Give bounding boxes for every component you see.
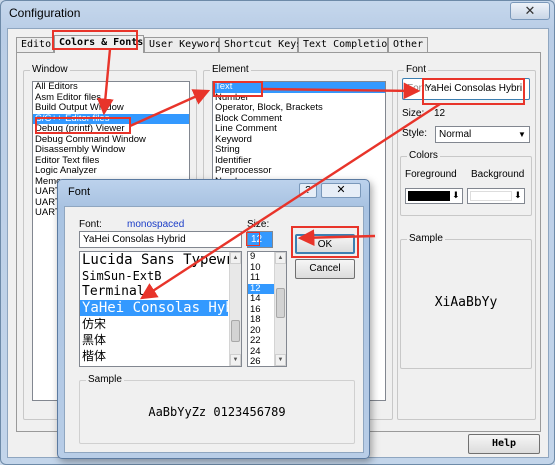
- font-list-item[interactable]: YaHei Consolas Hybrid: [80, 300, 241, 316]
- window-list-item[interactable]: Debug (printf) Viewer: [33, 124, 189, 135]
- close-icon[interactable]: ✕: [321, 183, 361, 198]
- font-group-label: Font: [404, 64, 429, 75]
- size-label: Size:: [247, 219, 270, 230]
- element-list-item[interactable]: Text: [213, 82, 385, 93]
- style-value: Normal: [439, 129, 472, 140]
- size-list-item[interactable]: 18: [248, 315, 274, 326]
- help-button[interactable]: Help: [468, 434, 540, 454]
- font-dialog-client: Font: monospaced YaHei Consolas Hybrid S…: [64, 206, 364, 453]
- size-list[interactable]: 9 10 11 12 14 16 18 20 22 24 26 ▲ ▼: [247, 251, 287, 367]
- font-list-item[interactable]: 仿宋: [80, 316, 228, 332]
- scroll-up-icon[interactable]: ▲: [230, 252, 241, 264]
- font-dialog: Font ? ✕ Font: monospaced YaHei Consolas…: [57, 179, 370, 459]
- chevron-down-icon: ▼: [518, 130, 526, 139]
- size-list-scrollbar[interactable]: ▲ ▼: [274, 252, 286, 366]
- tab-editor[interactable]: Editor: [16, 37, 57, 52]
- tab-user-keywords[interactable]: User Keywords: [144, 37, 227, 52]
- background-color-picker[interactable]: ⬇: [467, 188, 525, 204]
- cancel-button[interactable]: Cancel: [295, 259, 355, 279]
- help-icon[interactable]: ?: [299, 183, 317, 198]
- style-label: Style:: [402, 128, 428, 139]
- sample-group: Sample XiAaBbYy: [400, 233, 532, 369]
- tab-colors-fonts[interactable]: Colors & Fonts: [54, 35, 144, 53]
- window-list-item[interactable]: Build Output Window: [33, 103, 189, 114]
- font-dialog-title: Font: [68, 186, 91, 198]
- scroll-down-icon[interactable]: ▼: [275, 354, 286, 366]
- size-value: 12: [434, 108, 446, 119]
- sample-group-label: Sample: [407, 233, 445, 244]
- window-title: Configuration: [9, 6, 81, 20]
- font-sample-text: AaBbYyZz 0123456789: [148, 405, 286, 419]
- tab-other[interactable]: Other: [388, 37, 428, 52]
- element-group-label: Element: [210, 64, 251, 75]
- scroll-up-icon[interactable]: ▲: [275, 252, 286, 264]
- font-list-item[interactable]: 黑体: [80, 332, 228, 348]
- size-label: Size:: [402, 108, 425, 119]
- font-prefix: Font:: [407, 83, 430, 94]
- size-list-item[interactable]: 9: [248, 252, 274, 263]
- size-list-item[interactable]: 26: [248, 357, 274, 366]
- font-list-item[interactable]: 楷体: [80, 348, 228, 364]
- font-list-item[interactable]: Terminal: [80, 284, 228, 300]
- font-button-label: YaHei Consolas Hybri: [425, 83, 523, 94]
- element-list-item[interactable]: Preprocessor: [213, 166, 385, 177]
- style-select[interactable]: Normal ▼: [435, 126, 530, 143]
- sample-text: XiAaBbYy: [434, 295, 498, 310]
- colors-group-label: Colors: [407, 150, 440, 161]
- element-list-item[interactable]: Operator, Block, Brackets: [213, 103, 385, 114]
- foreground-label: Foreground: [405, 169, 457, 180]
- font-select-button[interactable]: Font: YaHei Consolas Hybri: [402, 78, 530, 100]
- font-list-item[interactable]: Lucida Sans Typewrite: [80, 252, 241, 268]
- foreground-color-picker[interactable]: ⬇: [405, 188, 463, 204]
- size-list-item[interactable]: 14: [248, 294, 274, 305]
- font-list[interactable]: Lucida Sans Typewrite SimSun-ExtB Terminal…: [79, 251, 242, 367]
- size-input[interactable]: 12: [247, 231, 273, 248]
- font-name-input[interactable]: YaHei Consolas Hybrid: [79, 231, 242, 248]
- colors-group: Colors Foreground Background ⬇ ⬇: [400, 150, 532, 216]
- scroll-thumb[interactable]: [276, 288, 285, 318]
- font-label: Font:: [79, 219, 102, 230]
- tab-shortcut-keys[interactable]: Shortcut Keys: [219, 37, 302, 52]
- font-list-scrollbar[interactable]: ▲ ▼: [229, 252, 241, 366]
- size-list-item[interactable]: 22: [248, 336, 274, 347]
- window-list-item[interactable]: Logic Analyzer: [33, 166, 189, 177]
- font-group: Font Font: YaHei Consolas Hybri Size: 12…: [397, 64, 536, 420]
- close-icon: ✕: [524, 3, 536, 18]
- window-group-label: Window: [30, 64, 70, 75]
- ok-button[interactable]: OK: [295, 234, 355, 254]
- foreground-swatch: [408, 191, 450, 201]
- dropdown-icon: ⬇: [452, 190, 460, 200]
- background-label: Background: [471, 169, 525, 180]
- element-list-item[interactable]: String: [213, 145, 385, 156]
- scroll-down-icon[interactable]: ▼: [230, 354, 241, 366]
- title-bar: Configuration ✕: [1, 1, 554, 27]
- monospaced-hint: monospaced: [127, 219, 185, 230]
- element-list-item[interactable]: Line Comment: [213, 124, 385, 135]
- font-sample-group: Sample AaBbYyZz 0123456789: [79, 374, 355, 444]
- font-list-item[interactable]: SimSun-ExtB: [80, 268, 228, 284]
- window-list-item[interactable]: All Editors: [33, 82, 189, 93]
- tab-text-completion[interactable]: Text Completion: [298, 37, 393, 52]
- scroll-thumb[interactable]: [231, 320, 240, 342]
- font-sample-label: Sample: [86, 374, 124, 385]
- background-swatch: [470, 191, 512, 201]
- size-list-item[interactable]: 11: [248, 273, 274, 284]
- close-button[interactable]: ✕: [510, 2, 550, 20]
- window-list-item[interactable]: Disassembly Window: [33, 145, 189, 156]
- dropdown-icon: ⬇: [514, 190, 522, 200]
